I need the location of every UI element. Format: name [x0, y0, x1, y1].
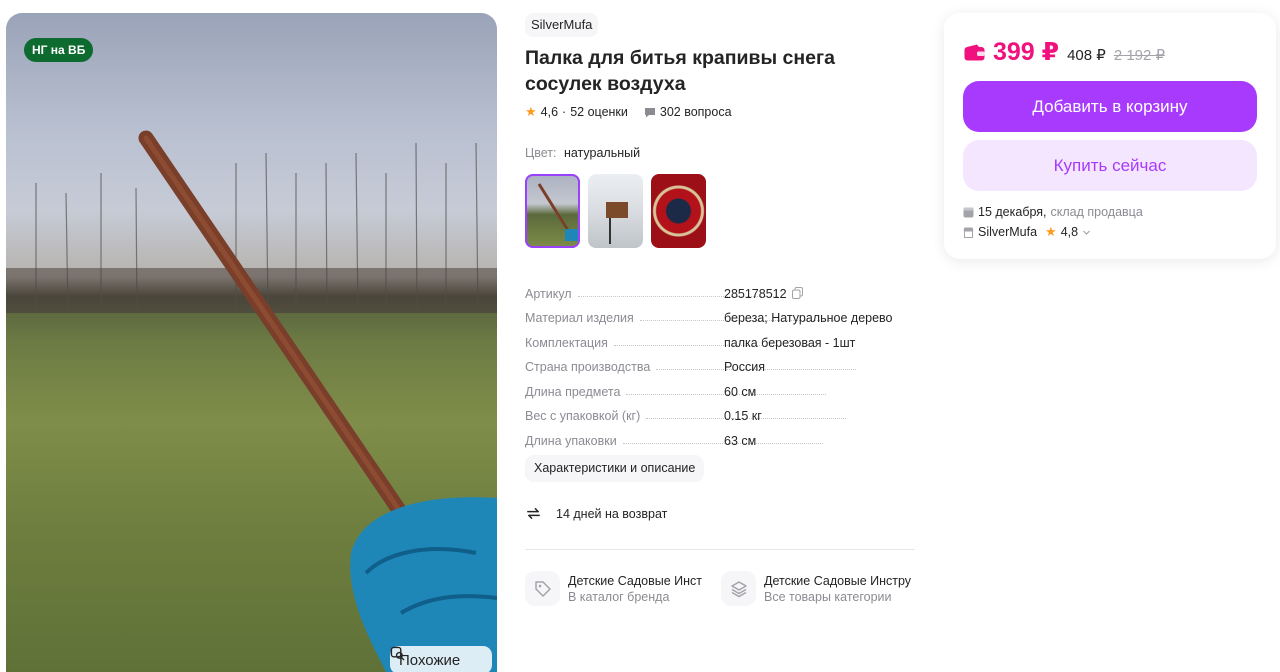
tag-icon: [525, 571, 560, 606]
question-icon: [644, 107, 655, 117]
color-label: Цвет:: [525, 146, 557, 160]
brand-catalog-subtitle: В каталог бренда: [568, 589, 670, 604]
layers-icon: [721, 571, 756, 606]
characteristics-button[interactable]: Характеристики и описание: [525, 455, 705, 482]
old-price: 2 192 ₽: [1113, 47, 1166, 64]
price-row: 399 ₽ 408 ₽ 2 192 ₽: [964, 37, 1165, 67]
rating-value: 4,6: [540, 105, 559, 119]
spec-row: Артикул 285178512: [525, 276, 915, 301]
variant-thumb-1-image: [537, 183, 580, 241]
store-icon: [963, 227, 974, 238]
spec-value: 285178512: [724, 286, 803, 301]
reviews-count[interactable]: 52 оценки: [570, 105, 628, 119]
spec-value: 63 см: [724, 433, 757, 448]
spec-value: палка березовая - 1шт: [724, 335, 856, 350]
spec-key: Комплектация: [525, 335, 608, 350]
similar-button[interactable]: Похожие: [390, 646, 492, 672]
spec-key: Вес с упаковкой (кг): [525, 409, 641, 423]
variant-thumb-2[interactable]: [588, 174, 643, 248]
spec-row: Длина предмета 60 см: [525, 374, 915, 399]
brand-catalog-link[interactable]: Детские Садовые Инст В каталог бренда: [525, 571, 707, 606]
spec-key: Длина предмета: [525, 384, 621, 399]
seller-rating: 4,8: [1060, 225, 1079, 239]
color-variants: [525, 174, 706, 248]
seller-info[interactable]: SilverMufa ★ 4,8: [963, 224, 1091, 240]
divider: [525, 549, 915, 550]
copy-icon[interactable]: [791, 286, 803, 299]
brand-link[interactable]: SilverMufa: [525, 13, 599, 37]
variant-thumb-2-image: [606, 202, 628, 244]
category-title: Детские Садовые Инстру: [764, 573, 912, 588]
spec-row: Страна производства Россия: [525, 350, 915, 374]
rating-row[interactable]: ★ 4,6 · 52 оценки 302 вопроса: [525, 104, 732, 120]
add-to-cart-button[interactable]: Добавить в корзину: [963, 81, 1257, 132]
star-icon: ★: [525, 104, 537, 119]
delivery-source: склад продавца: [1050, 205, 1143, 219]
seller-name: SilverMufa: [978, 225, 1038, 239]
buy-now-button[interactable]: Купить сейчас: [963, 140, 1257, 191]
color-value: натуральный: [563, 146, 641, 160]
product-title: Палка для битья крапивы снега сосулек во…: [525, 47, 835, 95]
category-subtitle: Все товары категории: [764, 589, 892, 604]
spec-value: 60 см: [724, 384, 757, 399]
search-similar-icon: [390, 646, 405, 661]
variant-thumb-3[interactable]: [651, 174, 706, 248]
spec-key: Артикул: [525, 286, 572, 301]
buy-card: 399 ₽ 408 ₽ 2 192 ₽ Добавить в корзину К…: [944, 13, 1276, 259]
brand-catalog-title: Детские Садовые Инст: [568, 573, 702, 588]
spec-row: Материал изделия береза; Натуральное дер…: [525, 301, 915, 325]
spec-row: Вес с упаковкой (кг) 0.15 кг: [525, 399, 915, 423]
spec-value: Россия: [724, 360, 765, 374]
star-icon: ★: [1045, 224, 1057, 239]
return-policy[interactable]: 14 дней на возврат: [525, 505, 667, 522]
photo-illustration: [6, 130, 497, 672]
product-photo[interactable]: НГ на ВБ Похожие: [6, 13, 497, 672]
delivery-info: 15 декабря, склад продавца: [963, 205, 1143, 219]
return-icon: [527, 508, 540, 519]
variant-thumb-1[interactable]: [525, 174, 580, 248]
wallet-icon: [964, 44, 985, 60]
spec-key: Длина упаковки: [525, 433, 617, 448]
category-link[interactable]: Детские Садовые Инстру Все товары катего…: [721, 571, 916, 606]
questions-count[interactable]: 302 вопроса: [660, 105, 732, 119]
specs-table: Артикул 285178512 Материал изделия берез…: [525, 276, 915, 448]
color-row: Цвет: натуральный: [525, 146, 640, 160]
spec-row: Длина упаковки 63 см: [525, 423, 915, 448]
spec-row: Комплектация палка березовая - 1шт: [525, 325, 915, 350]
similar-label: Похожие: [399, 651, 461, 669]
box-icon: [963, 207, 974, 217]
spec-dots: [622, 442, 823, 444]
spec-key: Материал изделия: [525, 311, 634, 325]
spec-key: Страна производства: [525, 360, 651, 374]
return-text: 14 дней на возврат: [556, 506, 668, 521]
delivery-date: 15 декабря,: [978, 205, 1047, 219]
chevron-down-icon: [1083, 230, 1091, 235]
article-number: 285178512: [724, 286, 787, 301]
spec-value: береза; Натуральное дерево: [724, 311, 893, 325]
wallet-price: 399 ₽: [993, 38, 1060, 66]
spec-value: 0.15 кг: [724, 409, 762, 423]
promo-badge: НГ на ВБ: [24, 38, 94, 62]
rating-separator: ·: [562, 105, 567, 119]
regular-price: 408 ₽: [1067, 47, 1106, 64]
